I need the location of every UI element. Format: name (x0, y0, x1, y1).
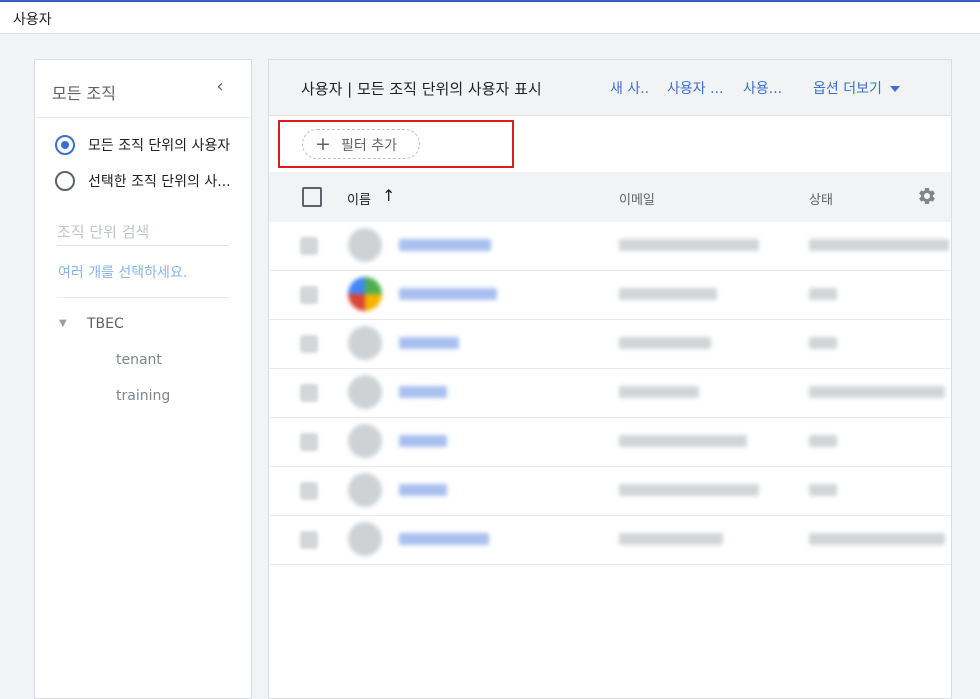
column-header-name[interactable]: 이름 (347, 189, 371, 208)
avatar (348, 326, 382, 360)
table-header: 이름 ↑ 이메일 상태 (269, 172, 951, 222)
table-row[interactable] (269, 369, 951, 418)
table-row[interactable] (269, 320, 951, 369)
user-email-redacted (619, 435, 747, 447)
filter-bar: + 필터 추가 (269, 116, 951, 172)
user-name-redacted[interactable] (399, 435, 447, 447)
avatar (348, 522, 382, 556)
org-unit-panel: 모든 조직 ‹ 모든 조직 단위의 사용자 선택한 조직 단위의 사... 조직… (34, 59, 252, 699)
more-options-button[interactable]: 옵션 더보기 (813, 78, 900, 98)
table-row[interactable] (269, 467, 951, 516)
radio-selected-org-units-label: 선택한 조직 단위의 사... (88, 174, 231, 190)
user-status-redacted (809, 533, 945, 545)
avatar (348, 228, 382, 262)
app-title: 사용자 (13, 12, 52, 28)
row-checkbox[interactable] (300, 335, 318, 353)
user-name-redacted[interactable] (399, 484, 447, 496)
arrow-up-icon[interactable]: ↑ (382, 186, 395, 205)
avatar (348, 424, 382, 458)
add-filter-button[interactable]: + 필터 추가 (302, 129, 420, 159)
user-status-redacted (809, 288, 837, 300)
tree-expand-icon[interactable]: ▼ (59, 318, 67, 329)
column-header-email[interactable]: 이메일 (619, 189, 655, 208)
user-name-redacted[interactable] (399, 239, 491, 251)
org-unit-search-input[interactable]: 조직 단위 검색 (57, 221, 229, 246)
row-checkbox[interactable] (300, 384, 318, 402)
row-checkbox[interactable] (300, 286, 318, 304)
table-row[interactable] (269, 516, 951, 565)
radio-button-unchecked[interactable] (55, 171, 75, 191)
user-status-redacted (809, 435, 837, 447)
user-email-redacted (619, 533, 723, 545)
user-email-redacted (619, 288, 717, 300)
more-options-label: 옵션 더보기 (813, 81, 882, 97)
divider (57, 297, 229, 298)
row-checkbox[interactable] (300, 237, 318, 255)
top-bar: 사용자 (0, 0, 980, 34)
users-panel: 사용자 | 모든 조직 단위의 사용자 표시 새 사.. 사용자 ... 사용.… (268, 59, 952, 699)
chevron-left-icon[interactable]: ‹ (210, 77, 230, 97)
row-checkbox[interactable] (300, 433, 318, 451)
user-status-redacted (809, 484, 837, 496)
user-status-redacted (809, 337, 837, 349)
table-row[interactable] (269, 418, 951, 467)
user-status-redacted (809, 239, 949, 251)
avatar (348, 277, 382, 311)
plus-icon: + (315, 133, 331, 155)
org-unit-panel-title: 모든 조직 (52, 84, 116, 103)
radio-selected-org-units[interactable]: 선택한 조직 단위의 사... (55, 169, 251, 193)
user-name-redacted[interactable] (399, 533, 489, 545)
row-checkbox[interactable] (300, 482, 318, 500)
multi-select-link[interactable]: 여러 개를 선택하세요. (58, 262, 187, 282)
add-filter-label: 필터 추가 (341, 138, 397, 154)
avatar (348, 375, 382, 409)
user-name-redacted[interactable] (399, 337, 459, 349)
add-new-user-button[interactable]: 새 사.. (610, 78, 649, 98)
bulk-update-users-button[interactable]: 사용자 ... (667, 78, 723, 98)
user-name-redacted[interactable] (399, 288, 497, 300)
select-all-checkbox[interactable] (302, 187, 322, 207)
caret-down-icon (889, 86, 900, 92)
radio-all-org-units-label: 모든 조직 단위의 사용자 (88, 138, 231, 154)
user-email-redacted (619, 386, 699, 398)
table-row[interactable] (269, 271, 951, 320)
users-panel-title: 사용자 | 모든 조직 단위의 사용자 표시 (301, 80, 542, 98)
users-panel-header: 사용자 | 모든 조직 단위의 사용자 표시 새 사.. 사용자 ... 사용.… (269, 60, 951, 116)
radio-all-org-units[interactable]: 모든 조직 단위의 사용자 (55, 133, 251, 157)
download-users-button[interactable]: 사용... (743, 78, 782, 98)
table-row[interactable] (269, 222, 951, 271)
user-name-redacted[interactable] (399, 386, 447, 398)
org-unit-panel-header: 모든 조직 ‹ (35, 60, 251, 118)
column-header-status[interactable]: 상태 (809, 189, 833, 208)
radio-button-checked[interactable] (55, 135, 75, 155)
tree-item-tenant[interactable]: tenant (116, 352, 162, 368)
user-email-redacted (619, 239, 759, 251)
row-checkbox[interactable] (300, 531, 318, 549)
tree-item-tbec[interactable]: TBEC (87, 316, 124, 332)
user-status-redacted (809, 386, 945, 398)
user-email-redacted (619, 337, 711, 349)
gear-icon[interactable] (917, 186, 937, 206)
user-email-redacted (619, 484, 759, 496)
tree-item-training[interactable]: training (116, 388, 170, 404)
avatar (348, 473, 382, 507)
